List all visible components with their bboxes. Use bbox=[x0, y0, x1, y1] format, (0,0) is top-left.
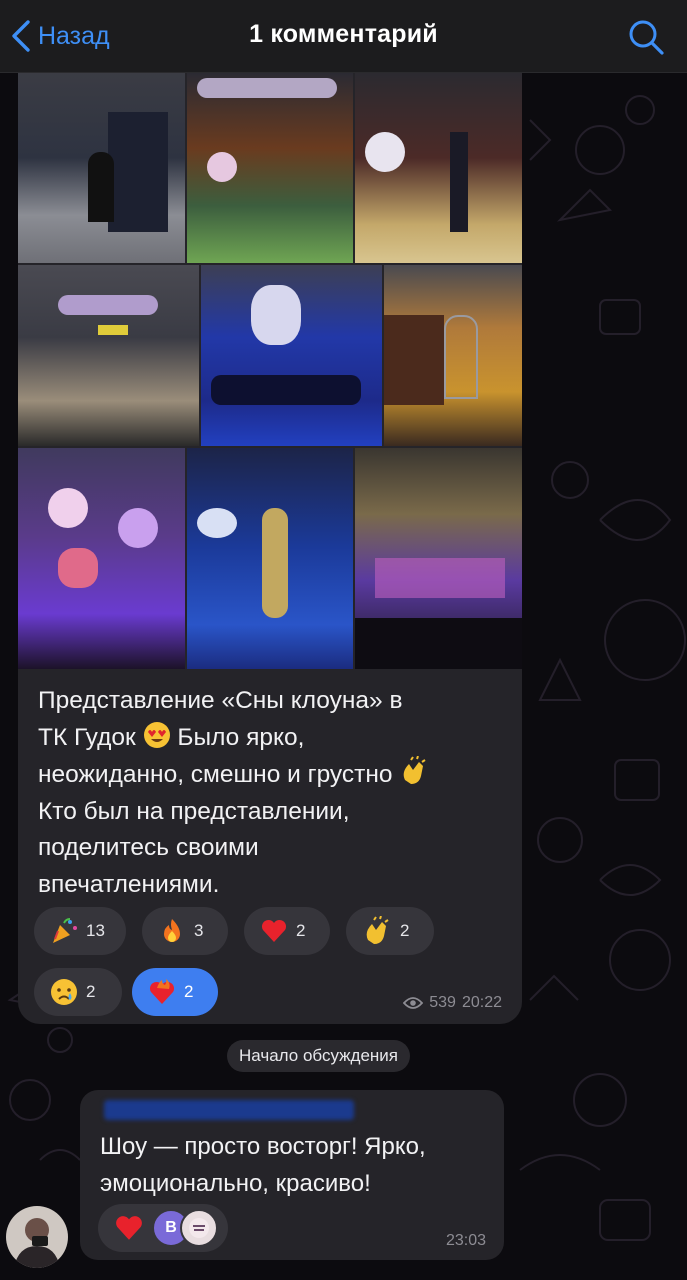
photo-7[interactable] bbox=[18, 448, 185, 669]
reaction-count: 2 bbox=[184, 982, 194, 1001]
post-time: 20:22 bbox=[461, 994, 502, 1011]
photo-9[interactable] bbox=[355, 448, 522, 669]
comment-text-line: эмоционально, красиво! bbox=[100, 1170, 371, 1197]
photo-3[interactable] bbox=[355, 72, 522, 263]
photo-8[interactable] bbox=[187, 448, 353, 669]
post-text-line: поделитесь своими bbox=[38, 834, 259, 861]
top-bar: Назад 1 комментарий bbox=[0, 0, 687, 73]
reaction-count: 13 bbox=[86, 921, 105, 940]
fire-icon bbox=[164, 919, 180, 942]
logo-icon bbox=[189, 1218, 209, 1238]
photo-2[interactable] bbox=[187, 72, 353, 263]
post-text: Представление «Сны клоуна» в ТК Гудок Бы… bbox=[38, 683, 508, 903]
comment-text-line: Шоу — просто восторг! Ярко, bbox=[100, 1133, 426, 1160]
reaction-count: 2 bbox=[400, 921, 410, 940]
channel-post: Представление «Сны клоуна» в ТК Гудок Бы… bbox=[18, 72, 522, 1024]
heart-eyes-emoji-icon bbox=[143, 721, 170, 748]
reaction-crying-face[interactable]: 2 bbox=[34, 968, 122, 1016]
burning-heart-icon bbox=[149, 979, 175, 1004]
eye-icon bbox=[403, 997, 424, 1009]
comment-reaction-heart[interactable]: В bbox=[98, 1204, 228, 1252]
reaction-count: 2 bbox=[86, 982, 96, 1001]
reaction-heart[interactable]: 2 bbox=[244, 907, 330, 955]
post-text-line: впечатлениями. bbox=[38, 870, 220, 898]
search-icon[interactable] bbox=[627, 18, 665, 56]
post-text-line: неожиданно, смешно и грустно bbox=[38, 756, 508, 794]
photo-6[interactable] bbox=[384, 265, 522, 446]
post-text-line: Кто был на представлении, bbox=[38, 797, 350, 825]
views-count: 539 bbox=[429, 994, 456, 1011]
comment-text: Шоу — просто восторг! Ярко, эмоционально… bbox=[100, 1128, 500, 1202]
comment-author-name-blurred bbox=[104, 1100, 354, 1120]
reaction-count: 3 bbox=[194, 921, 204, 940]
party-popper-icon bbox=[53, 918, 77, 943]
reaction-count: 2 bbox=[296, 921, 306, 940]
discussion-start-chip: Начало обсуждения bbox=[227, 1040, 410, 1072]
post-text-line: Представление «Сны клоуна» в bbox=[38, 687, 403, 714]
comment-bubble[interactable]: Шоу — просто восторг! Ярко, эмоционально… bbox=[80, 1090, 504, 1260]
photo-4[interactable] bbox=[18, 265, 199, 446]
reaction-fire[interactable]: 3 bbox=[142, 907, 228, 955]
crying-face-icon bbox=[51, 979, 77, 1005]
comment-time: 23:03 bbox=[445, 1232, 486, 1249]
post-meta: 539 20:22 bbox=[403, 994, 502, 1012]
post-text-line: ТК Гудок Было ярко, bbox=[38, 720, 508, 757]
user-photo-icon bbox=[6, 1206, 68, 1268]
clapping-hands-icon bbox=[366, 916, 389, 944]
commenter-avatar[interactable] bbox=[6, 1206, 68, 1268]
heart-icon bbox=[261, 919, 287, 942]
heart-icon bbox=[116, 1216, 142, 1240]
photo-1[interactable] bbox=[18, 72, 185, 263]
reactor-avatar-logo bbox=[180, 1209, 218, 1247]
reaction-clapping-hands[interactable]: 2 bbox=[346, 907, 434, 955]
photo-5[interactable] bbox=[201, 265, 382, 446]
photo-album[interactable] bbox=[18, 72, 522, 669]
reaction-burning-heart[interactable]: 2 bbox=[132, 968, 218, 1016]
clapping-hands-emoji-icon bbox=[404, 756, 426, 784]
reaction-party-popper[interactable]: 13 bbox=[34, 907, 126, 955]
page-title: 1 комментарий bbox=[249, 20, 438, 48]
